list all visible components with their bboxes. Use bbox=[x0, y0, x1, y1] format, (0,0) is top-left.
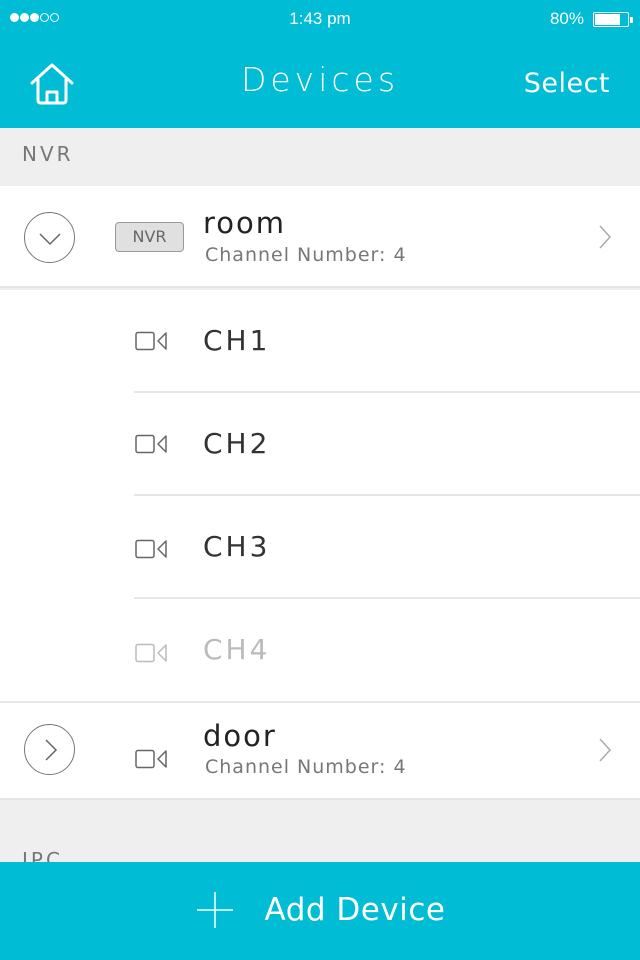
devices-screen: 1:43 pm 80% Devices Select NVR NVR room bbox=[0, 0, 640, 960]
chevron-right-icon bbox=[599, 738, 612, 762]
camera-icon bbox=[135, 749, 167, 769]
channel-row-ch3[interactable]: CH3 bbox=[0, 496, 640, 599]
channel-row-ch2[interactable]: CH2 bbox=[0, 393, 640, 496]
device-name: room bbox=[203, 206, 287, 240]
camera-icon bbox=[135, 434, 167, 454]
channel-number: Channel Number: 4 bbox=[205, 244, 407, 266]
device-name: door bbox=[203, 719, 277, 753]
camera-icon bbox=[135, 643, 167, 663]
status-time: 1:43 pm bbox=[289, 9, 351, 28]
channel-label: CH4 bbox=[203, 633, 271, 666]
nav-bar: Devices Select bbox=[0, 40, 640, 128]
channel-label: CH1 bbox=[203, 324, 271, 357]
plus-icon bbox=[196, 892, 233, 928]
collapse-toggle[interactable] bbox=[24, 212, 75, 263]
chevron-right-icon bbox=[599, 225, 612, 249]
battery-icon bbox=[593, 12, 629, 27]
select-button[interactable]: Select bbox=[524, 68, 610, 99]
device-type-badge: NVR bbox=[115, 222, 184, 252]
camera-icon bbox=[135, 539, 167, 559]
section-label: NVR bbox=[22, 142, 74, 166]
battery-percent: 80% bbox=[549, 9, 584, 28]
channel-row-ch4[interactable]: CH4 bbox=[0, 599, 640, 701]
chevron-down-icon bbox=[39, 233, 61, 246]
status-bar: 1:43 pm 80% bbox=[0, 0, 640, 40]
chevron-right-circle-icon bbox=[45, 739, 58, 761]
channel-row-ch1[interactable]: CH1 bbox=[0, 290, 640, 393]
battery-fill bbox=[595, 14, 621, 25]
device-row-door[interactable]: door Channel Number: 4 bbox=[0, 701, 640, 800]
section-header-nvr: NVR bbox=[0, 128, 640, 186]
device-row-room[interactable]: NVR room Channel Number: 4 bbox=[0, 186, 640, 288]
battery-tip bbox=[630, 17, 633, 23]
channel-number: Channel Number: 4 bbox=[205, 756, 407, 778]
channel-label: CH3 bbox=[203, 530, 271, 563]
section-header-ipc: IPC bbox=[0, 802, 640, 872]
expand-toggle[interactable] bbox=[24, 724, 75, 775]
add-device-label: Add Device bbox=[264, 892, 446, 928]
camera-icon bbox=[135, 331, 167, 351]
channel-label: CH2 bbox=[203, 427, 271, 460]
add-device-button[interactable]: Add Device bbox=[0, 862, 640, 960]
